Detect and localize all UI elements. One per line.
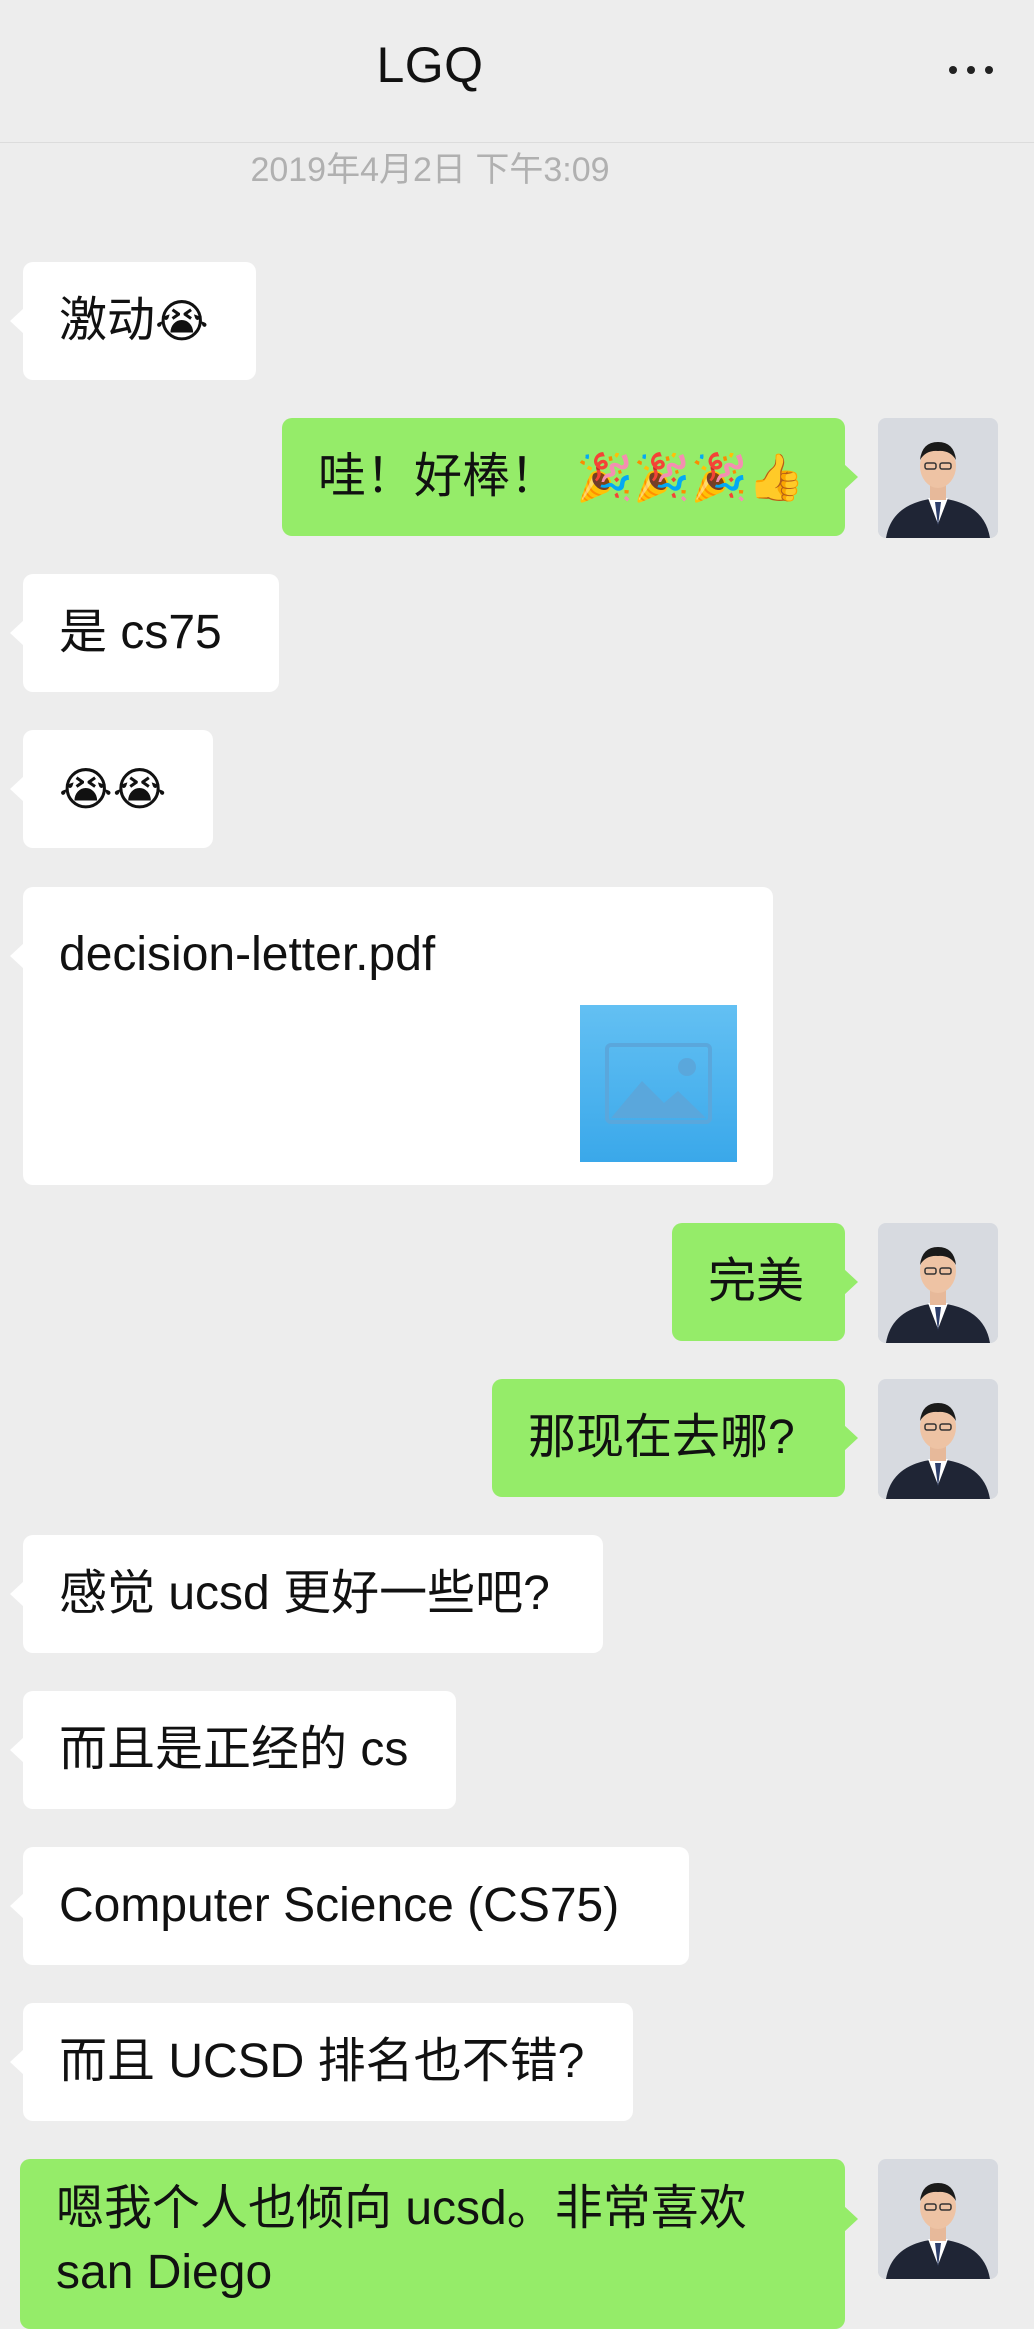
my-avatar[interactable] xyxy=(878,1223,998,1343)
party-popper-emoji: 🎉🎉🎉👍 xyxy=(576,450,806,504)
message-text: 完美 xyxy=(708,1255,805,1308)
message-text-line: 嗯我个人也倾向 ucsd。非常喜欢 xyxy=(56,2182,747,2235)
message-bubble-incoming[interactable]: Computer Science (CS75) xyxy=(10,1847,689,1965)
message-bubble-outgoing[interactable]: 嗯我个人也倾向 ucsd。非常喜欢 san Diego xyxy=(20,2159,858,2329)
file-name: decision-letter.pdf xyxy=(59,928,436,981)
person-avatar-icon xyxy=(878,1379,998,1499)
more-dots-icon xyxy=(944,66,998,74)
message-bubble-incoming[interactable]: 而且 UCSD 排名也不错? xyxy=(10,2003,633,2121)
message-text: Computer Science (CS75) xyxy=(59,1879,620,1932)
image-file-icon xyxy=(580,1005,737,1162)
message-text: 是 cs75 xyxy=(59,606,222,659)
my-avatar[interactable] xyxy=(878,2159,998,2279)
crying-face-emoji: 😭 xyxy=(155,294,209,348)
message-text-line: san Diego xyxy=(56,2246,273,2299)
message-bubble-incoming[interactable]: 是 cs75 xyxy=(10,574,279,692)
person-avatar-icon xyxy=(878,2159,998,2279)
message-text: 感觉 ucsd 更好一些吧? xyxy=(59,1567,550,1620)
message-text: 而且是正经的 cs xyxy=(59,1723,409,1776)
person-avatar-icon xyxy=(878,1223,998,1343)
my-avatar[interactable] xyxy=(878,1379,998,1499)
person-avatar-icon xyxy=(878,418,998,538)
message-text: 激动 xyxy=(59,294,156,347)
message-text: 而且 UCSD 排名也不错? xyxy=(59,2035,585,2088)
message-bubble-outgoing[interactable]: 哇！好棒！ 🎉🎉🎉👍 xyxy=(282,418,858,536)
message-bubble-incoming[interactable]: 而且是正经的 cs xyxy=(10,1691,456,1809)
message-bubble-outgoing[interactable]: 那现在去哪? xyxy=(492,1379,858,1497)
message-bubble-incoming[interactable]: 激动 😭 xyxy=(10,262,256,380)
chat-header: LGQ xyxy=(0,0,1034,143)
message-bubble-outgoing[interactable]: 完美 xyxy=(672,1223,858,1341)
message-bubble-incoming[interactable]: 😭😭 xyxy=(10,730,213,848)
crying-face-emoji: 😭😭 xyxy=(59,762,167,816)
message-bubble-incoming[interactable]: 感觉 ucsd 更好一些吧? xyxy=(10,1535,603,1653)
message-text: 那现在去哪? xyxy=(528,1411,795,1464)
my-avatar[interactable] xyxy=(878,418,998,538)
file-message-card[interactable]: decision-letter.pdf xyxy=(10,887,773,1185)
message-text: 哇！好棒！ xyxy=(318,450,559,503)
message-timestamp: 2019年4月2日 下午3:09 xyxy=(250,151,610,189)
chat-title: LGQ xyxy=(376,37,484,93)
more-options-button[interactable] xyxy=(936,50,1006,90)
